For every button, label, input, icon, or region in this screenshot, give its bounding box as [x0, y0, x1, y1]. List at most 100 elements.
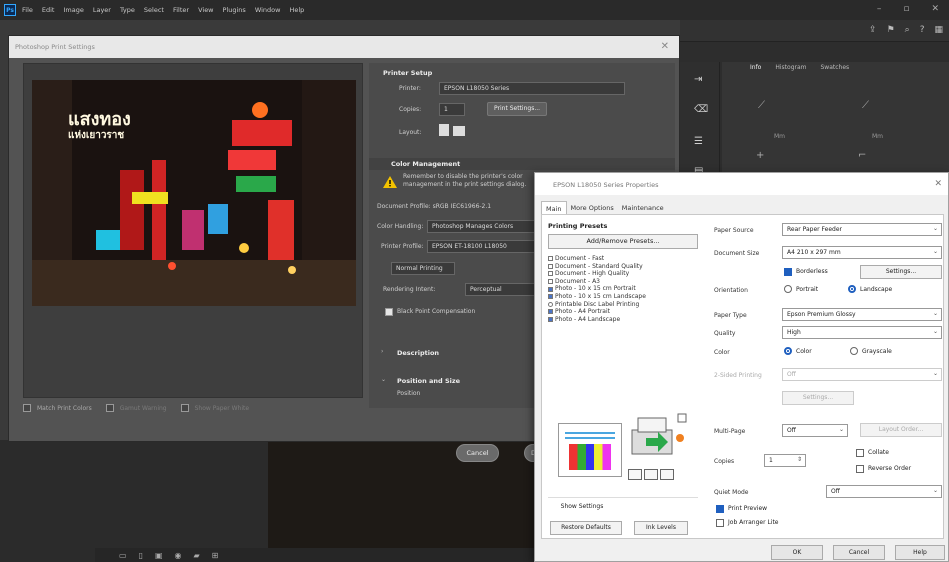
position-size-heading[interactable]: Position and Size — [397, 377, 460, 385]
list-item[interactable]: Photo - A4 Landscape — [548, 316, 698, 324]
two-sided-value: Off — [787, 371, 796, 378]
portrait-radio[interactable] — [784, 285, 792, 293]
menu-filter[interactable]: Filter — [173, 6, 189, 14]
printer-profile-select[interactable]: EPSON ET-18100 L18050 — [427, 240, 539, 253]
borderless-checkbox[interactable] — [784, 268, 792, 276]
info-unit-label: Mm — [774, 133, 786, 140]
match-print-colors-checkbox[interactable] — [23, 404, 31, 412]
cancel-button[interactable]: Cancel — [833, 545, 885, 560]
tool-icon[interactable]: ⌫ — [694, 104, 708, 115]
help-button[interactable]: Help — [895, 545, 945, 560]
two-sided-settings-button[interactable]: Settings... — [782, 391, 854, 405]
job-arranger-label: Job Arranger Lite — [728, 519, 779, 526]
minimize-icon[interactable]: – — [877, 4, 882, 14]
list-item[interactable]: Document - A3 — [548, 278, 698, 286]
chevron-down-icon[interactable]: ⌄ — [381, 376, 386, 383]
menu-plugins[interactable]: Plugins — [223, 6, 246, 14]
ok-button[interactable]: OK — [771, 545, 823, 560]
close-icon[interactable]: ✕ — [931, 4, 939, 14]
portrait-layout-icon[interactable] — [439, 124, 449, 136]
rendering-intent-select[interactable]: Perceptual — [465, 283, 539, 296]
gamut-warning-label: Gamut Warning — [119, 404, 167, 412]
print-dialog-title: Photoshop Print Settings — [9, 36, 679, 58]
flag-icon[interactable]: ⚑ — [887, 25, 895, 35]
menu-view[interactable]: View — [198, 6, 213, 14]
reverse-order-checkbox[interactable] — [856, 465, 864, 473]
normal-printing-select[interactable]: Normal Printing — [391, 262, 455, 275]
print-preview-checkbox[interactable] — [716, 505, 724, 513]
copies-input[interactable]: 1 ⇕ — [764, 454, 806, 467]
tool-icon[interactable]: ☰ — [694, 136, 703, 147]
two-sided-select[interactable]: Off ⌄ — [782, 368, 942, 381]
menu-window[interactable]: Window — [255, 6, 281, 14]
list-item[interactable]: Document - Standard Quality — [548, 263, 698, 271]
paper-icon — [644, 469, 658, 480]
print-settings-button[interactable]: Print Settings... — [487, 102, 548, 116]
add-remove-presets-button[interactable]: Add/Remove Presets... — [548, 234, 698, 249]
grid-icon[interactable]: ⊞ — [212, 551, 219, 560]
landscape-radio[interactable] — [848, 285, 856, 293]
list-item[interactable]: Photo - 10 x 15 cm Landscape — [548, 293, 698, 301]
menu-image[interactable]: Image — [63, 6, 83, 14]
two-sided-label: 2-Sided Printing — [714, 372, 762, 379]
list-item[interactable]: Photo - 10 x 15 cm Portrait — [548, 285, 698, 293]
photo-icon — [548, 294, 553, 300]
tab-histogram[interactable]: Histogram — [775, 64, 806, 71]
tab-info[interactable]: Info — [750, 64, 761, 71]
list-item[interactable]: Printable Disc Label Printing — [548, 301, 698, 309]
menu-edit[interactable]: Edit — [42, 6, 55, 14]
job-arranger-checkbox[interactable] — [716, 519, 724, 527]
menu-type[interactable]: Type — [120, 6, 135, 14]
share-icon[interactable]: ⇪ — [869, 25, 877, 35]
gamut-warning-checkbox[interactable] — [105, 404, 114, 412]
frame-icon[interactable]: ▣ — [155, 551, 163, 560]
close-icon[interactable]: ✕ — [661, 41, 669, 52]
close-icon[interactable]: ✕ — [934, 179, 942, 189]
document-size-select[interactable]: A4 210 x 297 mm ⌄ — [782, 246, 942, 259]
search-icon[interactable]: ⌕ — [905, 25, 910, 35]
cancel-button[interactable]: Cancel — [456, 444, 499, 462]
paper-source-select[interactable]: Rear Paper Feeder ⌄ — [782, 223, 942, 236]
copies-input[interactable]: 1 — [439, 103, 465, 116]
disc-icon — [548, 301, 553, 307]
tool-icon[interactable]: ⇥ — [694, 74, 702, 85]
list-item[interactable]: Photo - A4 Portrait — [548, 308, 698, 316]
ink-levels-button[interactable]: Ink Levels — [634, 521, 688, 535]
folder-icon[interactable]: ▰ — [194, 551, 200, 560]
tab-swatches[interactable]: Swatches — [820, 64, 849, 71]
printer-select[interactable]: EPSON L18050 Series — [439, 82, 625, 95]
arrange-icon[interactable]: ▯ — [139, 551, 143, 560]
description-heading[interactable]: Description — [397, 349, 439, 357]
menu-file[interactable]: File — [22, 6, 33, 14]
epson-dialog-title: EPSON L18050 Series Properties — [535, 173, 948, 195]
camera-icon[interactable]: ◉ — [175, 551, 182, 560]
landscape-layout-icon[interactable] — [453, 126, 465, 136]
quiet-mode-select[interactable]: Off ⌄ — [826, 485, 942, 498]
quality-select[interactable]: High ⌄ — [782, 326, 942, 339]
screen-mode-icon[interactable]: ▭ — [119, 551, 127, 560]
menu-layer[interactable]: Layer — [93, 6, 111, 14]
color-radio[interactable] — [784, 347, 792, 355]
grayscale-radio[interactable] — [850, 347, 858, 355]
color-handling-select[interactable]: Photoshop Manages Colors — [427, 220, 539, 233]
menu-select[interactable]: Select — [144, 6, 164, 14]
chevron-right-icon[interactable]: › — [381, 348, 383, 355]
layout-order-button[interactable]: Layout Order... — [860, 423, 942, 437]
restore-defaults-button[interactable]: Restore Defaults — [550, 521, 622, 535]
menu-help[interactable]: Help — [289, 6, 304, 14]
multi-page-select[interactable]: Off ⌄ — [782, 424, 848, 437]
show-settings-button[interactable]: Show Settings — [550, 501, 614, 515]
color-radio-label: Color — [796, 348, 812, 355]
list-item[interactable]: Document - Fast — [548, 255, 698, 263]
black-point-checkbox[interactable] — [385, 308, 393, 316]
help-icon[interactable]: ? — [920, 25, 925, 35]
document-size-label: Document Size — [714, 250, 760, 257]
collate-checkbox[interactable] — [856, 449, 864, 457]
maximize-icon[interactable]: ▫ — [903, 4, 909, 14]
borderless-settings-button[interactable]: Settings... — [860, 265, 942, 279]
list-item[interactable]: Document - High Quality — [548, 270, 698, 278]
workspace-icon[interactable]: ▦ — [934, 25, 943, 35]
preset-label: Printable Disc Label Printing — [555, 300, 640, 308]
paper-type-select[interactable]: Epson Premium Glossy ⌄ — [782, 308, 942, 321]
show-paper-white-checkbox[interactable] — [180, 404, 189, 412]
